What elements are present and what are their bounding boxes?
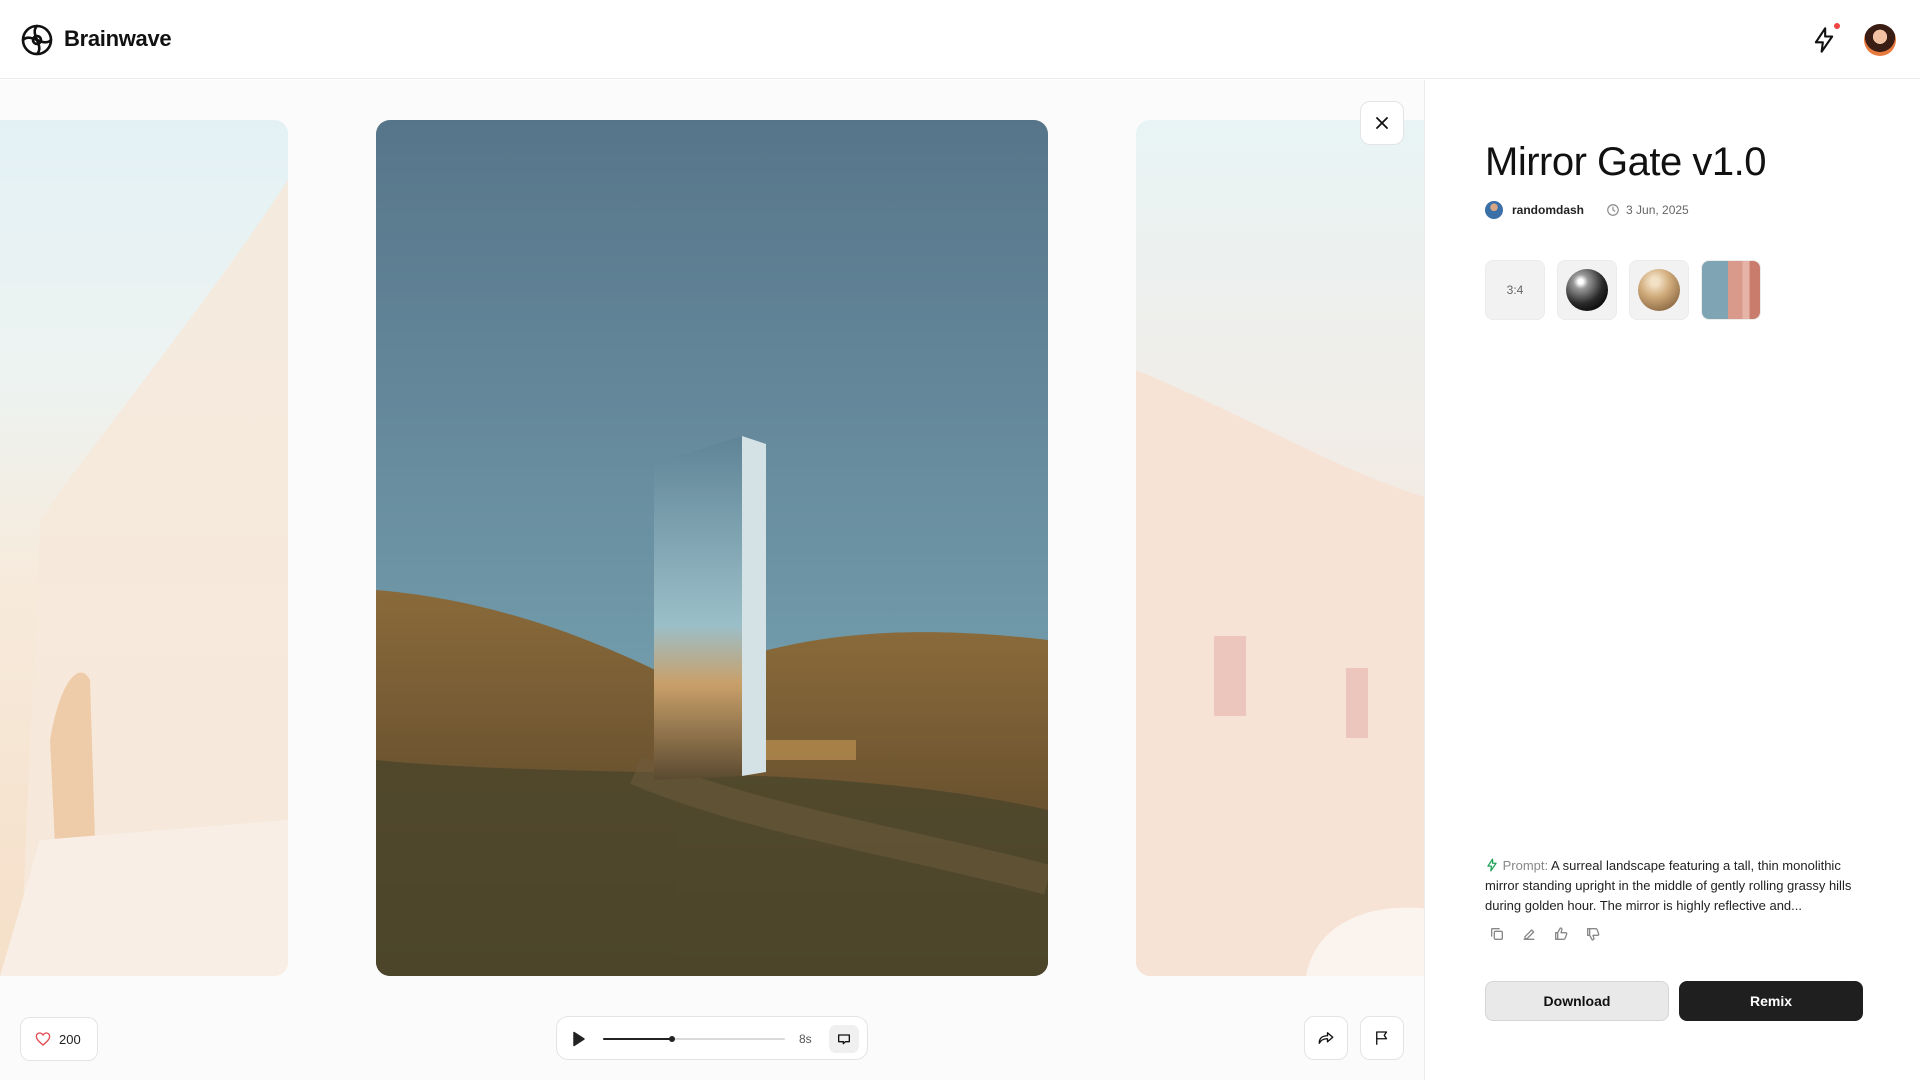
- progress-thumb[interactable]: [669, 1036, 676, 1042]
- generation-settings: 3:4: [1485, 260, 1761, 320]
- author-name[interactable]: randomdash: [1512, 203, 1584, 217]
- prompt-label: Prompt:: [1502, 858, 1549, 873]
- style-chip-chrome[interactable]: [1557, 260, 1617, 320]
- prompt-actions: [1489, 926, 1601, 942]
- monolith-landscape-image: [376, 120, 1048, 976]
- sand-sphere-icon: [1638, 269, 1680, 311]
- like-button[interactable]: 200: [20, 1017, 98, 1061]
- thumbs-down-icon[interactable]: [1585, 926, 1601, 942]
- aspect-ratio-chip[interactable]: 3:4: [1485, 260, 1545, 320]
- duration-label: 8s: [799, 1032, 812, 1046]
- edit-icon[interactable]: [1521, 926, 1537, 942]
- play-icon[interactable]: [572, 1031, 586, 1047]
- details-panel: Mirror Gate v1.0 randomdash 3 Jun, 2025 …: [1424, 80, 1920, 1080]
- share-button[interactable]: [1304, 1016, 1348, 1060]
- progress-fill: [603, 1038, 673, 1040]
- prompt-text: Prompt: A surreal landscape featuring a …: [1485, 856, 1869, 916]
- created-date: 3 Jun, 2025: [1626, 203, 1689, 217]
- author-avatar[interactable]: [1485, 201, 1503, 219]
- brand-name[interactable]: Brainwave: [64, 26, 172, 52]
- share-icon: [1318, 1032, 1334, 1044]
- thumbs-up-icon[interactable]: [1553, 926, 1569, 942]
- media-title: Mirror Gate v1.0: [1485, 140, 1766, 184]
- clock-icon: [1607, 204, 1619, 216]
- aspect-ratio-label: 3:4: [1506, 283, 1524, 297]
- next-media-image: [1136, 370, 1436, 976]
- top-header: Brainwave: [0, 0, 1920, 79]
- notification-dot: [1834, 23, 1840, 29]
- bolt-icon[interactable]: [1810, 26, 1838, 54]
- remix-button[interactable]: Remix: [1679, 981, 1863, 1021]
- close-button[interactable]: [1360, 101, 1404, 145]
- next-media-card[interactable]: [1136, 120, 1436, 976]
- brainwave-logo-icon[interactable]: [19, 22, 55, 58]
- download-button[interactable]: Download: [1485, 981, 1669, 1021]
- style-chip-sand[interactable]: [1629, 260, 1689, 320]
- heart-icon: [35, 1032, 51, 1046]
- bolt-green-icon: [1487, 858, 1497, 872]
- close-icon: [1376, 117, 1388, 129]
- chrome-sphere-icon: [1566, 269, 1608, 311]
- like-count: 200: [59, 1031, 81, 1047]
- loop-icon: [838, 1034, 850, 1045]
- progress-track[interactable]: [603, 1036, 785, 1042]
- reference-image-icon: [1702, 261, 1760, 319]
- main-media-image[interactable]: [376, 120, 1048, 976]
- report-button[interactable]: [1360, 1016, 1404, 1060]
- flag-icon: [1376, 1031, 1388, 1045]
- copy-icon[interactable]: [1489, 926, 1505, 942]
- reference-image-chip[interactable]: [1701, 260, 1761, 320]
- loop-button[interactable]: [829, 1025, 859, 1053]
- video-player-controls: 8s: [556, 1016, 868, 1060]
- media-stage: 200 8s: [0, 80, 1436, 1080]
- previous-media-card[interactable]: [0, 120, 288, 976]
- media-meta: randomdash 3 Jun, 2025: [1485, 201, 1689, 219]
- previous-media-image: [0, 180, 288, 976]
- user-avatar[interactable]: [1864, 24, 1896, 56]
